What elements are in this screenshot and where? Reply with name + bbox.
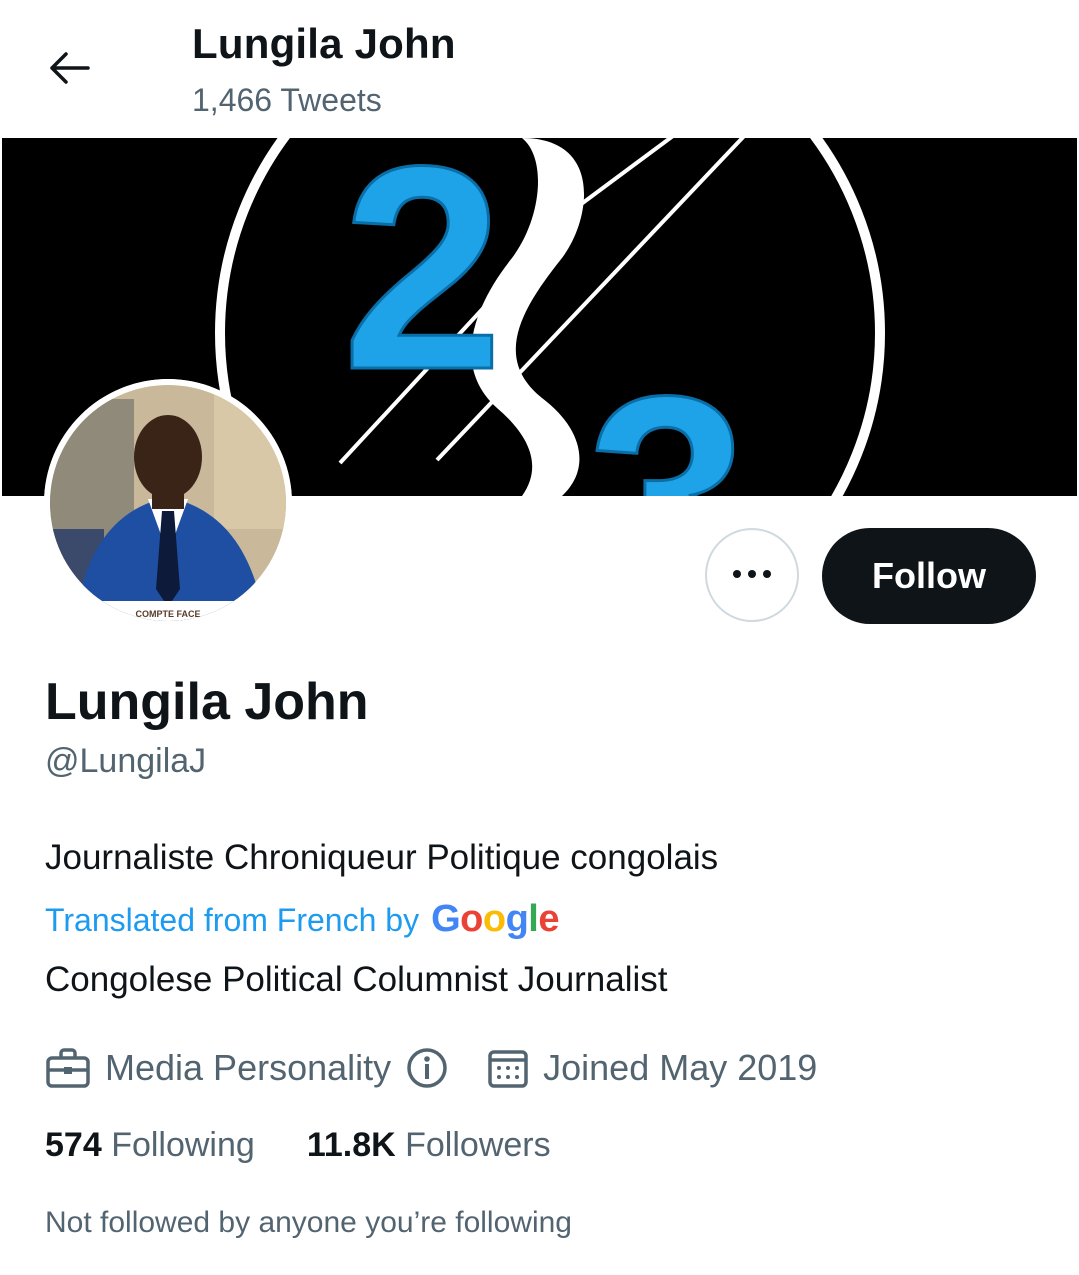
profile-page: Lungila John 1,466 Tweets 2 3	[0, 0, 1079, 1275]
translation-link[interactable]: Translated from French by Google	[45, 898, 559, 941]
translation-label: Translated from French by	[45, 902, 420, 938]
followers-link[interactable]: 11.8K Followers	[307, 1126, 551, 1165]
category-item: Media Personality	[45, 1046, 449, 1090]
joined-item: Joined May 2019	[487, 1047, 817, 1089]
more-dots-icon	[732, 566, 772, 584]
arrow-left-icon	[48, 50, 92, 91]
joined-label: Joined May 2019	[543, 1047, 818, 1088]
following-label: Following	[111, 1126, 255, 1164]
header-title: Lungila John	[192, 20, 456, 67]
more-options-button[interactable]	[705, 528, 799, 622]
profile-name: Lungila John	[45, 673, 369, 731]
profile-handle: @LungilaJ	[45, 742, 207, 780]
banner-numeral-left: 2	[342, 138, 503, 430]
banner-numeral-right: 3	[587, 336, 748, 496]
calendar-icon	[487, 1047, 529, 1089]
followers-label: Followers	[405, 1126, 551, 1164]
follow-button[interactable]: Follow	[822, 528, 1036, 624]
profile-bio: Journaliste Chroniqueur Politique congol…	[45, 838, 719, 877]
profile-meta: Media Personality Joined May 2019	[45, 1040, 817, 1096]
category-label: Media Personality	[105, 1047, 392, 1088]
following-link[interactable]: 574 Following	[45, 1126, 255, 1165]
back-button[interactable]	[36, 36, 104, 104]
tweet-count: 1,466 Tweets	[192, 82, 382, 118]
briefcase-icon	[45, 1047, 91, 1089]
not-followed-notice: Not followed by anyone you’re following	[45, 1206, 572, 1239]
profile-bio-translated: Congolese Political Columnist Journalist	[45, 960, 668, 999]
google-logo: Google	[431, 898, 559, 940]
avatar-caption: COMPTE FACE	[135, 609, 200, 619]
top-bar: Lungila John 1,466 Tweets	[0, 0, 1079, 138]
info-icon[interactable]	[405, 1046, 449, 1090]
following-count: 574	[45, 1126, 102, 1164]
follow-stats: 574 Following 11.8K Followers	[45, 1126, 551, 1165]
followers-count: 11.8K	[306, 1126, 396, 1164]
avatar[interactable]: COMPTE FACE	[44, 379, 292, 627]
